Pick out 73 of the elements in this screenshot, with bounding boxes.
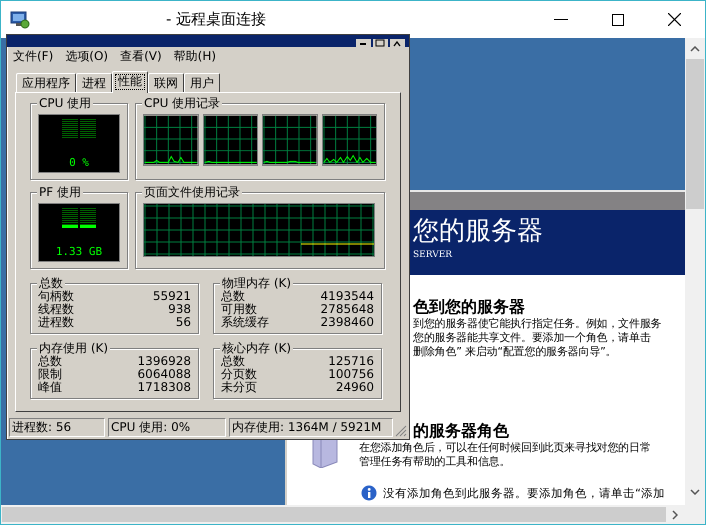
stat-value: 24960: [336, 381, 374, 394]
maximize-icon[interactable]: [612, 14, 624, 26]
group-title: CPU 使用: [37, 96, 94, 110]
menu-item[interactable]: 文件(F): [13, 48, 54, 64]
group-title: 物理内存 (K): [220, 276, 294, 290]
stat-label: 总数: [221, 290, 245, 303]
status-cell: 内存使用: 1364M / 5921M: [229, 418, 393, 437]
scroll-down-icon[interactable]: [690, 489, 700, 495]
stat-value: 125716: [328, 355, 374, 368]
section-text: 到您的服务器使它能执行指定任务。例如，文件服务: [413, 317, 662, 331]
stat-value: 100756: [328, 368, 374, 381]
scroll-up-icon[interactable]: [690, 46, 700, 52]
status-cell: 进程数: 56: [9, 418, 105, 437]
maximize-icon[interactable]: [373, 39, 388, 47]
stat-value: 1396928: [138, 355, 191, 368]
cpu-graph: [202, 114, 258, 166]
stat-label: 峰值: [38, 381, 62, 394]
stat-label: 总数: [38, 355, 62, 368]
group-title: CPU 使用记录: [142, 96, 222, 110]
menu-item[interactable]: 帮助(H): [174, 48, 216, 64]
minimize-icon[interactable]: [554, 18, 568, 20]
stat-value: 938: [168, 303, 191, 316]
stat-value: 55921: [152, 290, 191, 303]
stat-value: 4193544: [320, 290, 374, 303]
banner-subtitle: SERVER: [413, 250, 454, 260]
stat-label: 进程数: [38, 316, 74, 329]
stat-value: 1718308: [138, 381, 191, 394]
stat-label: 未分页: [221, 381, 257, 394]
tab[interactable]: 进程: [76, 73, 112, 92]
minimize-icon[interactable]: [356, 39, 371, 47]
meter-reading: 0 %: [69, 156, 89, 169]
group-title: 核心内存 (K): [220, 341, 294, 355]
stat-label: 句柄数: [38, 290, 74, 303]
info-note: 没有添加角色到此服务器。要添加角色，请单击“添加: [383, 486, 665, 500]
cpu-graph: [262, 114, 318, 166]
stat-label: 线程数: [38, 303, 74, 316]
menu-item[interactable]: 查看(V): [120, 48, 162, 64]
stat-label: 可用数: [221, 303, 257, 316]
menu-item[interactable]: 选项(O): [65, 48, 108, 64]
vertical-scrollbar[interactable]: [685, 38, 705, 505]
section-text: 管理任务有帮助的工具和信息。: [359, 455, 512, 469]
group-title: 页面文件使用记录: [142, 185, 242, 199]
stat-label: 总数: [221, 355, 245, 368]
window-title: - 远程桌面连接: [166, 10, 266, 29]
section-text: 删除角色” 来启动“配置您的服务器向导”。: [413, 345, 618, 359]
horizontal-scrollbar[interactable]: [1, 505, 705, 524]
section-heading: 色到您的服务器: [413, 297, 526, 317]
tab[interactable]: 用户: [184, 73, 220, 92]
tab[interactable]: 应用程序: [16, 73, 76, 92]
section-heading: 的服务器角色: [413, 421, 510, 441]
group-title: 内存使用 (K): [37, 341, 110, 355]
stat-value: 56: [176, 316, 191, 329]
meter-reading: 1.33 GB: [56, 245, 102, 258]
group-title: PF 使用: [37, 185, 83, 199]
stat-label: 分页数: [221, 368, 257, 381]
cpu-graph: [143, 114, 198, 166]
banner-title: 您的服务器: [413, 215, 544, 248]
info-icon: [361, 485, 377, 501]
remote-desktop-icon: [10, 10, 30, 28]
stat-label: 系统缓存: [221, 316, 269, 329]
section-text: 在您添加角色后，可以在任何时候回到此页来寻找对您的日常: [359, 441, 652, 455]
resize-grip-icon: [395, 425, 407, 437]
scroll-right-icon[interactable]: [672, 510, 678, 520]
tab[interactable]: 性能: [112, 71, 148, 93]
stat-value: 2398460: [320, 316, 374, 329]
section-text: 您的服务器能共享文件。要添加一个角色，请单击: [413, 331, 652, 345]
tab[interactable]: 联网: [148, 73, 184, 92]
stat-label: 限制: [38, 368, 62, 381]
stat-value: 2785648: [320, 303, 374, 316]
cpu-graph: [322, 114, 377, 166]
stat-value: 6064088: [138, 368, 191, 381]
status-cell: CPU 使用: 0%: [108, 418, 226, 437]
group-title: 总数: [37, 276, 65, 290]
